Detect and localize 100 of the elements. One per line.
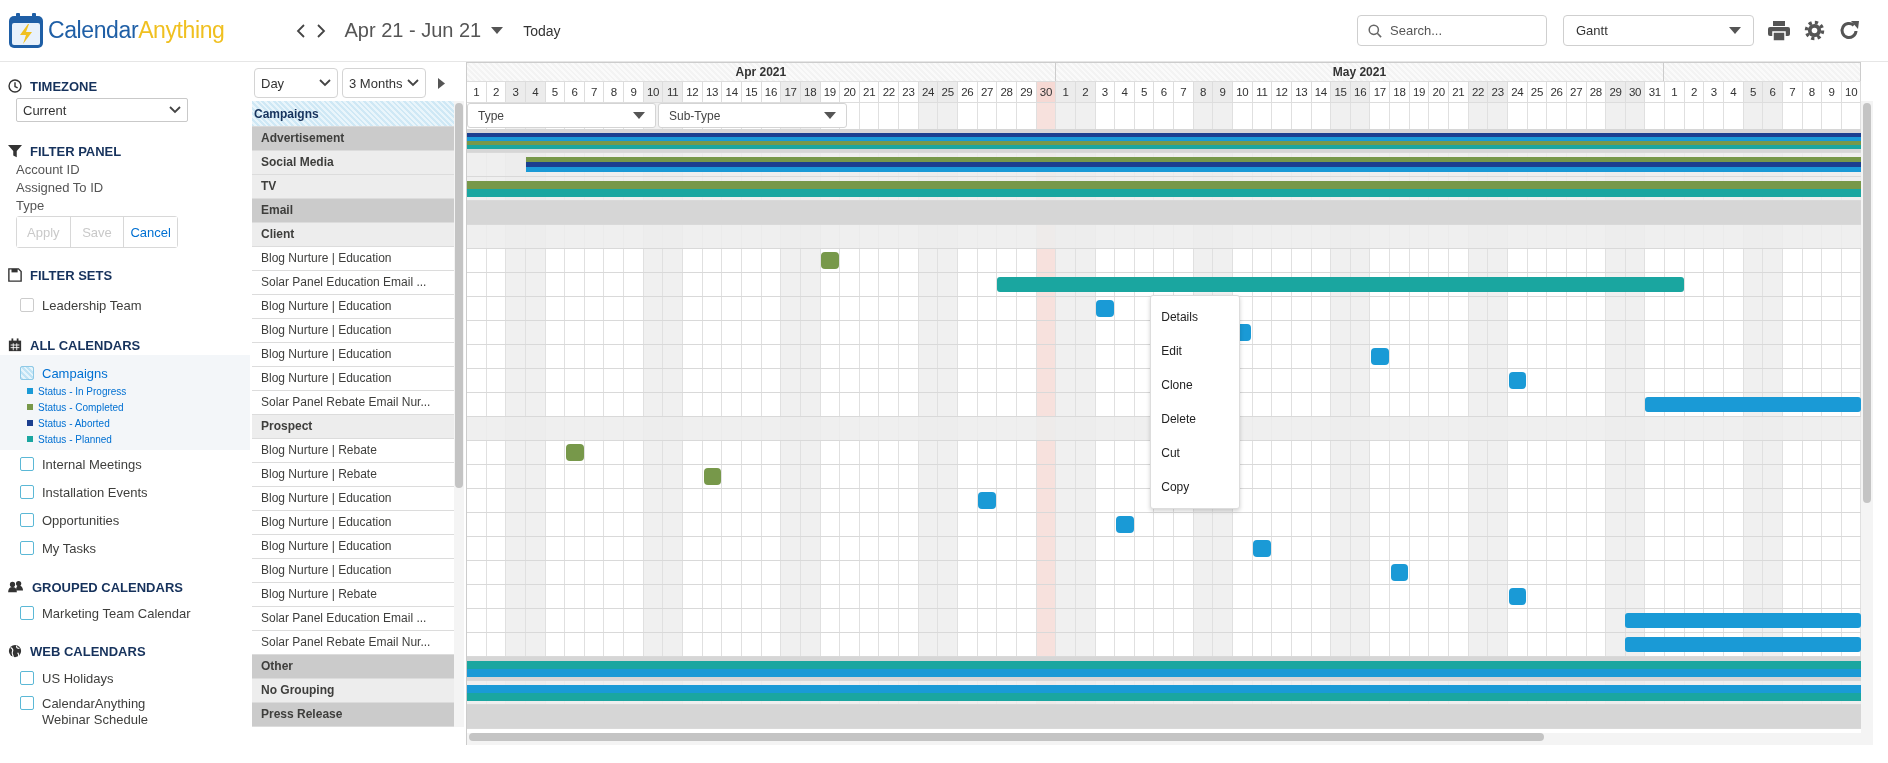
section-title: FILTER SETS — [30, 267, 113, 283]
calendar-name[interactable]: Opportunities — [42, 512, 120, 528]
day-label: 23 — [899, 82, 919, 102]
refresh-button[interactable] — [1839, 20, 1860, 41]
day-label: 15 — [741, 82, 762, 102]
day-label: 26 — [1547, 82, 1567, 102]
calendar-name[interactable]: Marketing Team Calendar — [42, 605, 191, 621]
day-label: 24 — [918, 82, 939, 102]
day-label: 17 — [781, 82, 801, 102]
filter-action-button[interactable]: Cancel — [123, 217, 177, 247]
event-block[interactable] — [1371, 348, 1389, 365]
event-block[interactable] — [1390, 564, 1409, 581]
day-label: 4 — [1115, 82, 1135, 102]
event-block[interactable] — [566, 444, 584, 461]
checkbox[interactable] — [20, 606, 34, 620]
event-block[interactable] — [703, 468, 722, 485]
day-label: 10 — [643, 82, 664, 102]
event-block[interactable] — [1508, 372, 1527, 389]
filter-dropdown[interactable]: Type — [467, 103, 656, 128]
settings-button[interactable] — [1804, 20, 1825, 41]
day-label: 3 — [1095, 82, 1116, 102]
event-block[interactable] — [1096, 300, 1114, 317]
menu-item[interactable]: Cut — [1151, 436, 1240, 470]
day-label: 1 — [1056, 82, 1076, 102]
calendar-name[interactable]: Installation Events — [42, 484, 148, 500]
day-label: 13 — [1291, 82, 1312, 102]
day-label: 12 — [683, 82, 703, 102]
caret-icon — [491, 26, 504, 35]
menu-item[interactable]: Clone — [1151, 368, 1240, 402]
next-button[interactable] — [316, 22, 327, 39]
calendar-name[interactable]: US Holidays — [42, 670, 114, 686]
caret-icon — [824, 111, 836, 120]
calendar-name[interactable]: Internal Meetings — [42, 456, 142, 472]
view-select[interactable]: Gantt — [1563, 15, 1754, 46]
caret-icon — [1729, 26, 1741, 35]
event-block[interactable] — [1508, 588, 1527, 605]
checkbox[interactable] — [20, 457, 34, 471]
checkbox[interactable] — [20, 485, 34, 499]
legend-label: Status - In Progress — [38, 385, 127, 397]
calendar-icon — [8, 338, 22, 352]
day-label: 2 — [1075, 82, 1096, 102]
section-title: GROUPED CALENDARS — [32, 579, 183, 595]
event-block[interactable] — [1253, 540, 1271, 557]
calendar-name[interactable]: Campaigns — [42, 365, 108, 381]
checkbox[interactable] — [20, 541, 34, 555]
chevron-down-icon — [407, 79, 419, 87]
day-label: 9 — [624, 82, 644, 102]
day-label: 16 — [1350, 82, 1371, 102]
scrollbar[interactable] — [1863, 103, 1871, 503]
refresh-icon — [1839, 20, 1860, 41]
section-title: ALL CALENDARS — [30, 337, 141, 353]
filter-dropdown[interactable]: Sub-Type — [658, 103, 847, 128]
chevron-down-icon — [319, 79, 331, 87]
menu-item[interactable]: Delete — [1151, 402, 1240, 436]
day-label: 7 — [1174, 82, 1194, 102]
day-label: 25 — [938, 82, 958, 102]
day-label: 6 — [1763, 82, 1783, 102]
day-label: 7 — [584, 82, 605, 102]
checkbox[interactable] — [20, 366, 34, 380]
event-block[interactable] — [821, 252, 840, 269]
day-label: 17 — [1370, 82, 1391, 102]
search-field[interactable]: Search... — [1357, 15, 1547, 46]
calendar-name[interactable]: CalendarAnything Webinar Schedule — [42, 696, 192, 728]
scrollbar[interactable] — [455, 103, 463, 488]
logo-text: CalendarAnything — [48, 17, 225, 44]
day-label: 8 — [604, 82, 625, 102]
expand-button[interactable] — [438, 77, 445, 89]
day-label: 20 — [1429, 82, 1450, 102]
event-block[interactable] — [978, 492, 997, 509]
range-dropdown-button[interactable] — [491, 26, 504, 35]
scrollbar[interactable] — [469, 733, 1544, 741]
search-icon — [1368, 24, 1382, 38]
calendar-name[interactable]: My Tasks — [42, 540, 96, 556]
day-label: 11 — [663, 82, 684, 102]
settings-icon — [1804, 20, 1825, 41]
today-button[interactable]: Today — [523, 22, 561, 39]
logo-icon — [8, 12, 44, 49]
checkbox[interactable] — [20, 298, 34, 312]
day-label: 1 — [467, 82, 487, 102]
day-label: 10 — [1233, 82, 1253, 102]
range-select[interactable]: 3 Months — [342, 68, 426, 98]
checkbox[interactable] — [20, 696, 34, 710]
day-label: 13 — [702, 82, 723, 102]
previous-button[interactable] — [296, 22, 307, 39]
group-row-label: Advertisement — [252, 127, 454, 151]
day-label: 8 — [1802, 82, 1823, 102]
section-title: TIMEZONE — [30, 78, 98, 94]
day-label: 24 — [1507, 82, 1528, 102]
play-icon — [438, 77, 445, 89]
menu-item[interactable]: Details — [1151, 300, 1240, 334]
event-block[interactable] — [1115, 516, 1134, 533]
checkbox[interactable] — [20, 513, 34, 527]
checkbox[interactable] — [20, 671, 34, 685]
timezone-select[interactable]: Current — [16, 98, 188, 122]
menu-item[interactable]: Copy — [1151, 470, 1240, 504]
date-range: Apr 21 - Jun 21 — [344, 19, 482, 42]
period-select[interactable]: Day — [254, 68, 338, 98]
subgroup-row-label: TV — [252, 175, 454, 199]
print-button[interactable] — [1768, 20, 1790, 41]
menu-item[interactable]: Edit — [1151, 334, 1240, 368]
